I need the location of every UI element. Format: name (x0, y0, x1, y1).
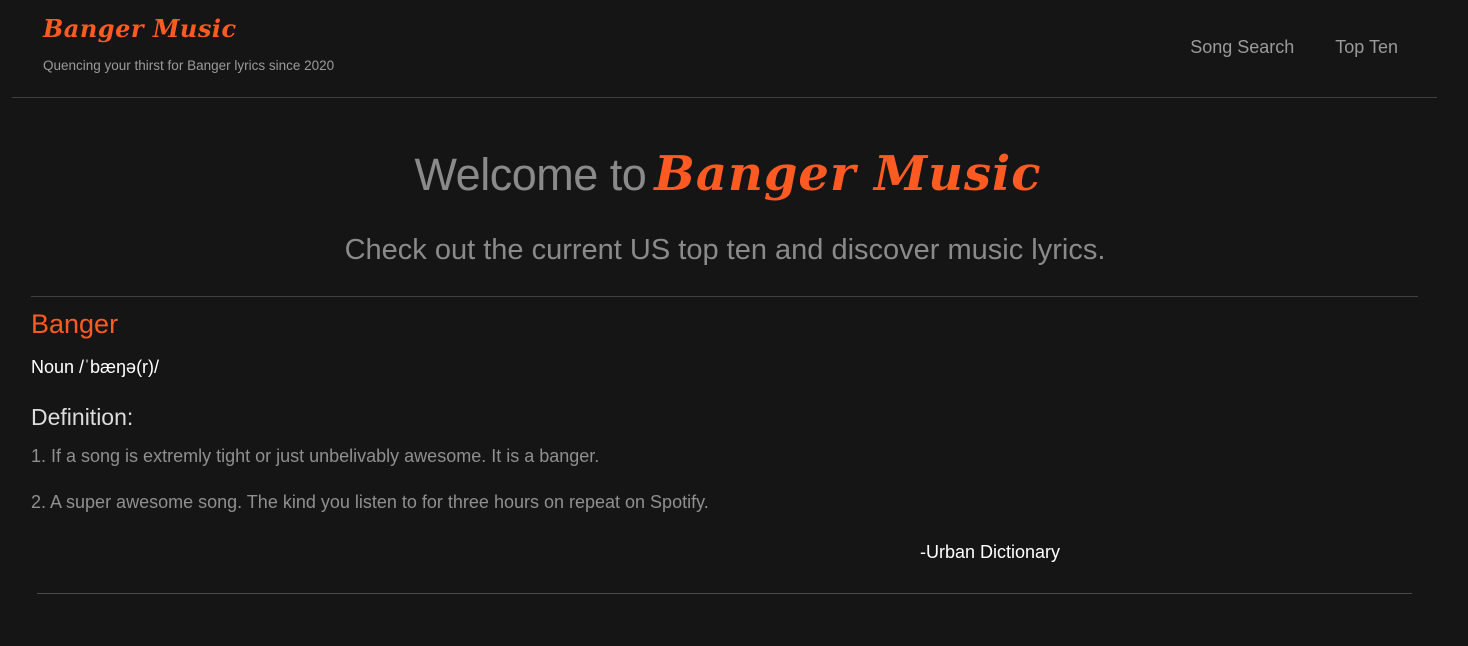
footer-divider (37, 593, 1412, 594)
hero-subtitle: Check out the current US top ten and dis… (344, 234, 1106, 266)
hero-welcome-text: Welcome to (414, 149, 647, 200)
header-divider (12, 97, 1437, 98)
main-nav: Song Search Top Ten (1149, 37, 1398, 58)
page: Banger Music Quencing your thirst for Ba… (0, 0, 1468, 646)
part-of-speech: Noun /ˈbæŋə(r)/ (31, 357, 160, 377)
hero-title: Welcome to Banger Music (0, 146, 1456, 202)
definition-heading: Definition: (31, 404, 134, 430)
hero-brand-logo: Banger Music (654, 146, 1042, 202)
definition-item: 1. If a song is extremly tight or just u… (31, 446, 600, 466)
definition-word: Banger (31, 309, 119, 339)
nav-top-ten[interactable]: Top Ten (1335, 37, 1398, 58)
hero-divider (31, 296, 1418, 297)
definition-item: 2. A super awesome song. The kind you li… (31, 492, 709, 512)
definition-source: -Urban Dictionary (920, 542, 1061, 562)
brand-logo[interactable]: Banger Music (43, 14, 237, 43)
nav-song-search[interactable]: Song Search (1190, 37, 1294, 58)
tagline: Quencing your thirst for Banger lyrics s… (43, 58, 335, 73)
